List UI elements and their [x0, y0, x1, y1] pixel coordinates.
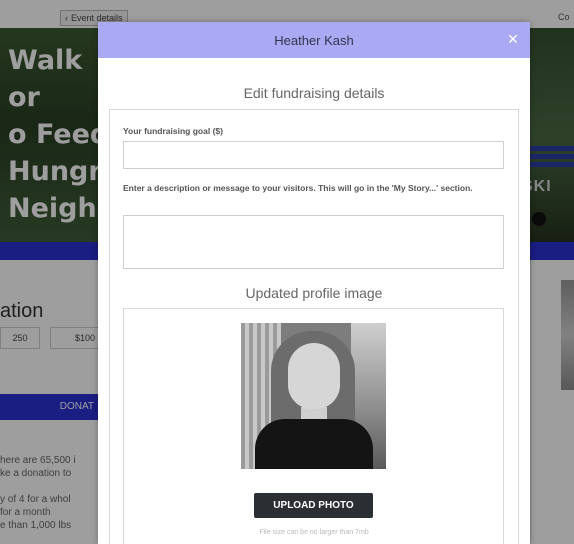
edit-fundraising-modal: Heather Kash ✕ Edit fundraising details … — [98, 22, 530, 544]
section-title: Edit fundraising details — [243, 85, 385, 101]
profile-photo — [241, 323, 386, 469]
upload-photo-button[interactable]: UPLOAD PHOTO — [254, 493, 373, 518]
fundraising-goal-input[interactable] — [123, 141, 504, 169]
description-textarea[interactable] — [123, 215, 504, 269]
modal-title: Heather Kash — [274, 33, 354, 48]
modal-header: Heather Kash ✕ — [98, 22, 530, 58]
description-label: Enter a description or message to your v… — [123, 183, 473, 193]
close-icon[interactable]: ✕ — [505, 31, 521, 47]
profile-image-title: Updated profile image — [245, 285, 383, 301]
file-size-note: File size can be no larger than 7mb — [259, 529, 369, 536]
goal-label: Your fundraising goal ($) — [123, 126, 223, 136]
